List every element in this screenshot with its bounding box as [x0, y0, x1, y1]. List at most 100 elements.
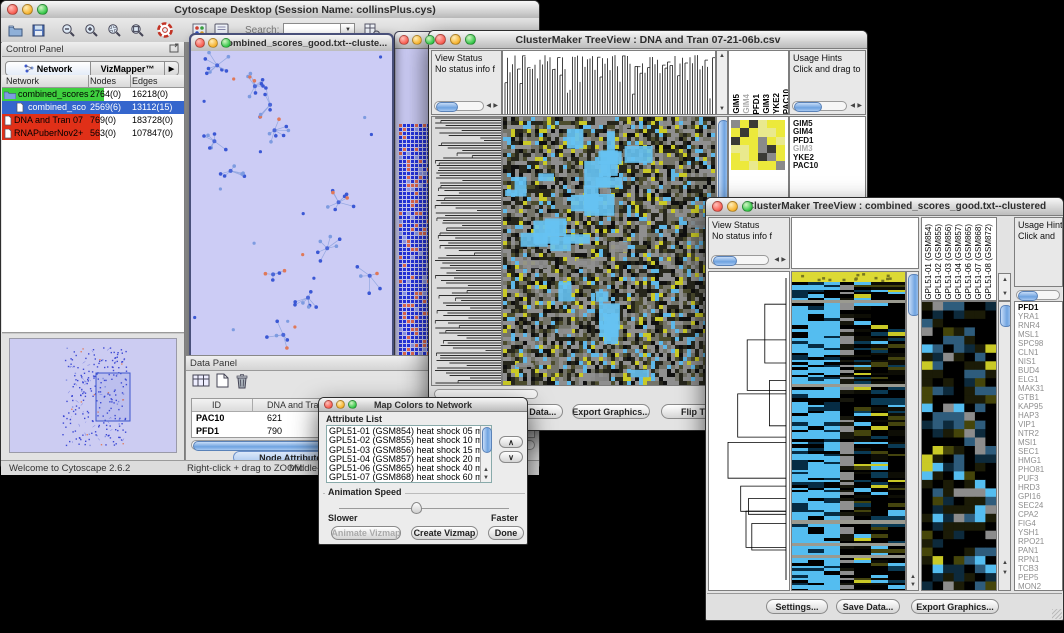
export-graphics-button[interactable]: Export Graphics... — [572, 404, 650, 419]
gene-labels-panel[interactable]: PFD1 YRA1 RNR4 MSL1 SPC98 CLN1 NIS1 BUD4… — [1014, 301, 1063, 591]
export-graphics-button[interactable]: Export Graphics... — [911, 599, 999, 614]
minimize-button[interactable] — [336, 400, 345, 409]
scroll-down-icon[interactable]: ▼ — [910, 582, 916, 588]
zoom-button[interactable] — [742, 201, 753, 212]
attribute-table-icon[interactable] — [192, 373, 210, 393]
zoom-fit-icon[interactable] — [128, 21, 146, 39]
move-up-button[interactable]: ∧ — [499, 436, 523, 448]
tab-overflow-arrow[interactable]: ▶ — [165, 61, 179, 76]
attribute-list[interactable]: GPL51-01 (GSM854) heat shock 05 min GPL5… — [326, 425, 492, 483]
global-heatmap[interactable] — [791, 271, 906, 591]
zoom-button[interactable] — [37, 4, 48, 15]
column-labels-panel[interactable]: GIM5 GIM4 PFD1 GIM3 YKE2 PAC10 — [728, 50, 789, 115]
table-row[interactable]: RNAPuberNov2+ 563(0) 107847(0) — [2, 127, 184, 140]
minimize-button[interactable] — [727, 201, 738, 212]
table-row[interactable]: combined_scores 2764(0) 16218(0) — [2, 88, 184, 101]
scroll-right-icon[interactable]: ▶ — [781, 257, 786, 263]
network-graph[interactable] — [191, 51, 392, 359]
zoom-selected-icon[interactable] — [105, 21, 123, 39]
hints-scrollbar[interactable] — [792, 101, 847, 111]
delete-attribute-icon[interactable] — [235, 373, 249, 394]
column-labels-panel[interactable]: GPL51-01 (GSM854) GPL51-02 (GSM855) GPL5… — [921, 217, 997, 301]
network-window-1[interactable]: combined_scores_good.txt--cluste... — [189, 33, 394, 361]
minimize-button[interactable] — [412, 35, 422, 45]
zoom-button[interactable] — [425, 35, 435, 45]
col-network[interactable]: Network — [6, 75, 39, 88]
network-overview-thumbnail[interactable] — [10, 339, 176, 452]
minimize-button[interactable] — [22, 4, 33, 15]
zoom-vertical-scrollbar[interactable]: ▲ ▼ — [998, 301, 1011, 591]
scroll-up-icon[interactable]: ▲ — [719, 53, 725, 59]
zoom-out-icon[interactable] — [59, 21, 77, 39]
scroll-right-icon[interactable]: ▶ — [493, 103, 498, 109]
animate-vizmap-button[interactable]: Animate Vizmap — [331, 526, 401, 540]
main-title-bar[interactable]: Cytoscape Desktop (Session Name: collins… — [1, 1, 539, 19]
row-dendrogram[interactable] — [431, 116, 502, 386]
row-dendrogram[interactable] — [708, 271, 790, 591]
col-edges[interactable]: Edges — [132, 75, 158, 88]
scroll-left-icon[interactable]: ◀ — [774, 257, 779, 263]
scroll-up-icon[interactable]: ▲ — [1002, 560, 1008, 566]
close-button[interactable] — [195, 38, 205, 48]
zoom-button[interactable] — [221, 38, 231, 48]
treeview2-title-bar[interactable]: ClusterMaker TreeView : combined_scores_… — [706, 198, 1063, 216]
birds-eye-view[interactable] — [9, 338, 177, 453]
tab-vizmapper[interactable]: VizMapper™ — [91, 61, 165, 76]
treeview1-title-bar[interactable]: ClusterMaker TreeView : DNA and Tran 07-… — [429, 31, 867, 49]
col-nodes[interactable]: Nodes — [90, 75, 116, 88]
scroll-down-icon[interactable]: ▼ — [483, 475, 489, 481]
new-attribute-icon[interactable] — [216, 373, 229, 393]
zoom-button[interactable] — [465, 34, 476, 45]
zoom-in-icon[interactable] — [82, 21, 100, 39]
scroll-left-icon[interactable]: ◀ — [486, 103, 491, 109]
settings-button[interactable]: Settings... — [766, 599, 828, 614]
scroll-down-icon[interactable]: ▼ — [1002, 570, 1008, 576]
list-scrollbar[interactable]: ▲ ▼ — [480, 426, 491, 482]
panel-splitter[interactable] — [2, 332, 184, 334]
open-file-icon[interactable] — [6, 21, 24, 39]
table-row[interactable]: DNA and Tran 07 769(0) 183728(0) — [2, 114, 184, 127]
save-data-button[interactable]: Save Data... — [836, 599, 900, 614]
create-vizmap-button[interactable]: Create Vizmap — [411, 526, 478, 540]
help-lifering-icon[interactable] — [156, 21, 174, 39]
tab-network[interactable]: Network — [5, 61, 91, 76]
heatmap-vertical-scrollbar[interactable]: ▲ ▼ — [906, 271, 919, 591]
col-id[interactable]: ID — [212, 399, 221, 412]
minimize-button[interactable] — [208, 38, 218, 48]
label-scroll-arrows[interactable]: ▲ ▼ — [998, 273, 1011, 301]
close-button[interactable] — [324, 400, 333, 409]
dialog-title-bar[interactable]: Map Colors to Network — [319, 398, 527, 412]
column-dendrogram[interactable] — [791, 217, 919, 269]
close-button[interactable] — [435, 34, 446, 45]
scroll-up-icon[interactable]: ▲ — [910, 574, 916, 580]
scroll-up-icon[interactable]: ▲ — [1002, 277, 1008, 283]
global-heatmap[interactable] — [502, 116, 716, 386]
scroll-down-icon[interactable]: ▼ — [719, 106, 725, 112]
zoom-button[interactable] — [348, 400, 357, 409]
column-dendrogram[interactable] — [502, 50, 716, 115]
table-row-selected[interactable]: combined_sco 2569(6) 13112(15) — [2, 101, 184, 114]
status-scrollbar[interactable] — [434, 101, 484, 111]
scroll-right-icon[interactable]: ▶ — [857, 103, 862, 109]
close-button[interactable] — [399, 35, 409, 45]
dendrogram-scroll-strip[interactable]: ▲ ▼ — [716, 50, 728, 115]
scroll-down-icon[interactable]: ▼ — [1002, 291, 1008, 297]
save-icon[interactable] — [29, 21, 47, 39]
network-view-canvas-1[interactable] — [191, 51, 392, 359]
speed-slider-track[interactable] — [339, 508, 509, 509]
resize-grip[interactable] — [1052, 609, 1062, 619]
move-down-button[interactable]: ∨ — [499, 451, 523, 463]
float-panel-icon[interactable] — [169, 40, 180, 58]
scroll-left-icon[interactable]: ◀ — [850, 103, 855, 109]
list-item[interactable]: GPL51-07 (GSM868) heat shock 60 min — [329, 473, 489, 482]
hints-scrollbar[interactable] — [1016, 290, 1060, 300]
done-button[interactable]: Done — [488, 526, 524, 540]
close-button[interactable] — [7, 4, 18, 15]
speed-slider-thumb[interactable] — [411, 502, 422, 514]
zoom-heatmap[interactable] — [921, 301, 997, 591]
minimize-button[interactable] — [450, 34, 461, 45]
zoom-matrix[interactable] — [731, 120, 785, 170]
close-button[interactable] — [712, 201, 723, 212]
scroll-up-icon[interactable]: ▲ — [483, 467, 489, 473]
status-scrollbar[interactable] — [711, 255, 769, 265]
